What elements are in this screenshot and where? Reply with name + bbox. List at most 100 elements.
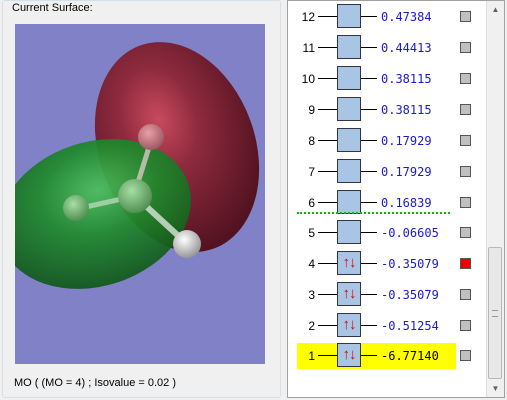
level-line [361, 263, 377, 264]
level-line [318, 325, 338, 326]
mo-select-checkbox[interactable] [460, 197, 471, 208]
mo-row[interactable]: 2 ↑↓ -0.51254 [288, 313, 488, 339]
orbital-box[interactable]: ↑↓ [337, 343, 361, 367]
orbital-box[interactable] [337, 97, 361, 121]
electron-pair-icon: ↑↓ [342, 254, 357, 271]
level-line [361, 325, 377, 326]
mo-select-checkbox[interactable] [460, 166, 471, 177]
mo-select-checkbox[interactable] [460, 350, 471, 361]
scroll-thumb[interactable] [488, 247, 502, 379]
mo-number: 4 [308, 257, 315, 271]
orbital-box[interactable] [337, 220, 361, 244]
electron-pair-icon: ↑↓ [342, 285, 357, 302]
mo-row[interactable]: 10 0.38115 [288, 66, 488, 92]
level-line [318, 171, 338, 172]
level-line [318, 232, 338, 233]
orbital-box[interactable]: ↑↓ [337, 282, 361, 306]
mo-energy: 0.47384 [381, 10, 432, 24]
orbital-box[interactable]: ↑↓ [337, 251, 361, 275]
mo-number: 5 [308, 226, 315, 240]
mo-row[interactable]: 1 ↑↓ -6.77140 [288, 343, 488, 369]
mo-select-checkbox[interactable] [460, 42, 471, 53]
atom [118, 179, 152, 213]
scrollbar[interactable]: ▲ ▼ [486, 1, 504, 397]
orbital-box[interactable] [337, 4, 361, 28]
mo-energy: -0.35079 [381, 257, 439, 271]
mo-energy: 0.16839 [381, 196, 432, 210]
mo-select-checkbox[interactable] [460, 11, 471, 22]
level-line [361, 294, 377, 295]
mo-select-checkbox[interactable] [460, 320, 471, 331]
orbital-box[interactable]: ↑↓ [337, 313, 361, 337]
level-line [361, 171, 377, 172]
atom [63, 195, 89, 221]
orbital-viewport[interactable] [15, 24, 265, 364]
orbital-box[interactable] [337, 128, 361, 152]
orbital-box[interactable] [337, 66, 361, 90]
mo-number: 6 [308, 196, 315, 210]
mo-row[interactable]: 9 0.38115 [288, 97, 488, 123]
mo-number: 3 [308, 288, 315, 302]
level-line [318, 109, 338, 110]
mo-energy: -0.35079 [381, 288, 439, 302]
group-title: Current Surface: [10, 2, 95, 14]
status-text: MO ( (MO = 4) ; Isovalue = 0.02 ) [14, 377, 176, 389]
level-line [361, 47, 377, 48]
mo-select-checkbox[interactable] [460, 73, 471, 84]
electron-pair-icon: ↑↓ [342, 346, 357, 363]
level-line [361, 140, 377, 141]
mo-number: 2 [308, 319, 315, 333]
mo-energy: 0.38115 [381, 72, 432, 86]
mo-select-checkbox[interactable] [460, 289, 471, 300]
orbital-box[interactable] [337, 190, 361, 214]
mo-number: 7 [308, 165, 315, 179]
level-line [361, 232, 377, 233]
electron-pair-icon: ↑↓ [342, 316, 357, 333]
level-line [318, 47, 338, 48]
level-line [361, 202, 377, 203]
mo-energy: 0.17929 [381, 165, 432, 179]
mo-row[interactable]: 12 0.47384 [288, 4, 488, 30]
level-line [318, 355, 338, 356]
atom [138, 124, 164, 150]
mo-number: 8 [308, 134, 315, 148]
mo-energy: -0.06605 [381, 226, 439, 240]
scroll-down-icon[interactable]: ▼ [487, 380, 504, 397]
mo-row[interactable]: 4 ↑↓ -0.35079 [288, 251, 488, 277]
mo-row[interactable]: 5 -0.06605 [288, 220, 488, 246]
mo-row[interactable]: 3 ↑↓ -0.35079 [288, 282, 488, 308]
mo-select-checkbox[interactable] [460, 258, 471, 269]
homo-lumo-separator [297, 212, 450, 214]
level-line [318, 202, 338, 203]
mo-row[interactable]: 8 0.17929 [288, 128, 488, 154]
mo-number: 9 [308, 103, 315, 117]
level-line [318, 294, 338, 295]
orbital-render [15, 42, 260, 289]
level-line [361, 109, 377, 110]
mo-energy: 0.38115 [381, 103, 432, 117]
mo-select-checkbox[interactable] [460, 135, 471, 146]
level-line [361, 78, 377, 79]
mo-select-checkbox[interactable] [460, 227, 471, 238]
orbital-box[interactable] [337, 35, 361, 59]
level-line [318, 16, 338, 17]
mo-energy: 0.44413 [381, 41, 432, 55]
mo-energy: 0.17929 [381, 134, 432, 148]
level-line [318, 140, 338, 141]
mo-row[interactable]: 11 0.44413 [288, 35, 488, 61]
mo-number: 12 [301, 10, 315, 24]
mo-row[interactable]: 7 0.17929 [288, 159, 488, 185]
orbital-box[interactable] [337, 159, 361, 183]
mo-number: 11 [302, 41, 315, 55]
mo-number: 10 [301, 72, 315, 86]
mo-energy: -6.77140 [381, 349, 439, 363]
mo-list[interactable]: 12 0.47384 11 0.44413 10 0.38115 9 0.38115 8 0.17… [287, 0, 505, 398]
mo-select-checkbox[interactable] [460, 104, 471, 115]
level-line [361, 355, 377, 356]
level-line [361, 16, 377, 17]
mo-number: 1 [308, 349, 315, 363]
atom [173, 230, 201, 258]
mo-energy: -0.51254 [381, 319, 439, 333]
scroll-up-icon[interactable]: ▲ [487, 1, 504, 18]
level-line [318, 263, 338, 264]
